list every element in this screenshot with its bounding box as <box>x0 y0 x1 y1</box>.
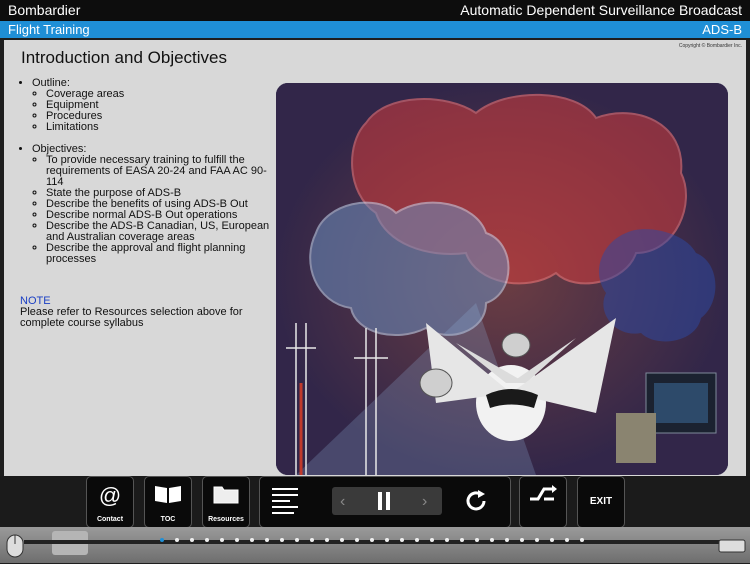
page-dot[interactable] <box>535 538 539 542</box>
copyright-text: Copyright © Bombardier Inc. <box>678 43 742 49</box>
section-name: Flight Training <box>8 22 90 37</box>
page-dot[interactable] <box>175 538 179 542</box>
page-dot[interactable] <box>190 538 194 542</box>
next-icon[interactable]: › <box>422 493 427 511</box>
previous-icon[interactable]: ‹ <box>340 493 345 511</box>
mouse-icon[interactable] <box>4 533 26 564</box>
page-dot[interactable] <box>460 538 464 542</box>
brand-name: Bombardier <box>8 2 81 18</box>
page-dot[interactable] <box>325 538 329 542</box>
list-item: Limitations <box>46 122 270 133</box>
page-dot[interactable] <box>355 538 359 542</box>
page-dot[interactable] <box>280 538 284 542</box>
page-dot[interactable] <box>220 538 224 542</box>
keyboard-icon[interactable] <box>718 539 746 558</box>
contact-button[interactable]: @ Contact <box>86 476 134 528</box>
page-dot[interactable] <box>400 538 404 542</box>
exit-button[interactable]: EXIT <box>577 476 625 528</box>
collage-image <box>276 83 728 475</box>
page-progress-track <box>0 527 750 563</box>
objectives-heading: Objectives: To provide necessary trainin… <box>32 144 270 265</box>
page-dot[interactable] <box>430 538 434 542</box>
module-name: ADS-B <box>702 22 742 37</box>
page-dot[interactable] <box>235 538 239 542</box>
navigation-button[interactable] <box>519 476 567 528</box>
at-sign-icon: @ <box>98 483 122 508</box>
page-dot[interactable] <box>580 538 584 542</box>
page-dot[interactable] <box>505 538 509 542</box>
page-dot[interactable] <box>310 538 314 542</box>
note-text: Please refer to Resources selection abov… <box>20 306 243 329</box>
page-dot[interactable] <box>550 538 554 542</box>
page-dot[interactable] <box>475 538 479 542</box>
page-dot[interactable] <box>265 538 269 542</box>
page-dot[interactable] <box>490 538 494 542</box>
title-bar: Bombardier Automatic Dependent Surveilla… <box>0 0 750 21</box>
transcript-icon[interactable] <box>270 486 300 521</box>
route-icon <box>520 483 566 511</box>
outline-list: Outline: Coverage areas Equipment Proced… <box>20 78 270 265</box>
note-block: NOTE Please refer to Resources selection… <box>20 296 270 329</box>
page-dot[interactable] <box>565 538 569 542</box>
page-dot[interactable] <box>520 538 524 542</box>
toc-button[interactable]: TOC <box>144 476 192 528</box>
page-dot[interactable] <box>250 538 254 542</box>
page-dot[interactable] <box>340 538 344 542</box>
page-title: Introduction and Objectives <box>21 48 228 67</box>
page-dot[interactable] <box>295 538 299 542</box>
folder-icon <box>203 483 249 511</box>
page-dot[interactable] <box>445 538 449 542</box>
page-dot[interactable] <box>205 538 209 542</box>
resources-button[interactable]: Resources <box>202 476 250 528</box>
page-dot[interactable] <box>415 538 419 542</box>
page-dot[interactable] <box>160 538 164 542</box>
list-item: Describe the approval and flight plannin… <box>46 243 270 265</box>
page-dot[interactable] <box>370 538 374 542</box>
page-dot[interactable] <box>385 538 389 542</box>
course-title: Automatic Dependent Surveillance Broadca… <box>460 2 742 18</box>
ads-b-illustration <box>276 83 728 475</box>
media-controls: ‹ › <box>259 476 511 528</box>
replay-icon[interactable] <box>464 489 488 518</box>
book-icon <box>145 483 191 511</box>
list-item: To provide necessary training to fulfill… <box>46 155 270 188</box>
pause-button[interactable] <box>376 491 392 516</box>
section-bar: Flight Training ADS-B <box>0 21 750 38</box>
outline-heading: Outline: Coverage areas Equipment Proced… <box>32 78 270 133</box>
slide-content: Copyright © Bombardier Inc. Introduction… <box>4 40 746 476</box>
list-item: Describe the ADS-B Canadian, US, Europea… <box>46 221 270 243</box>
